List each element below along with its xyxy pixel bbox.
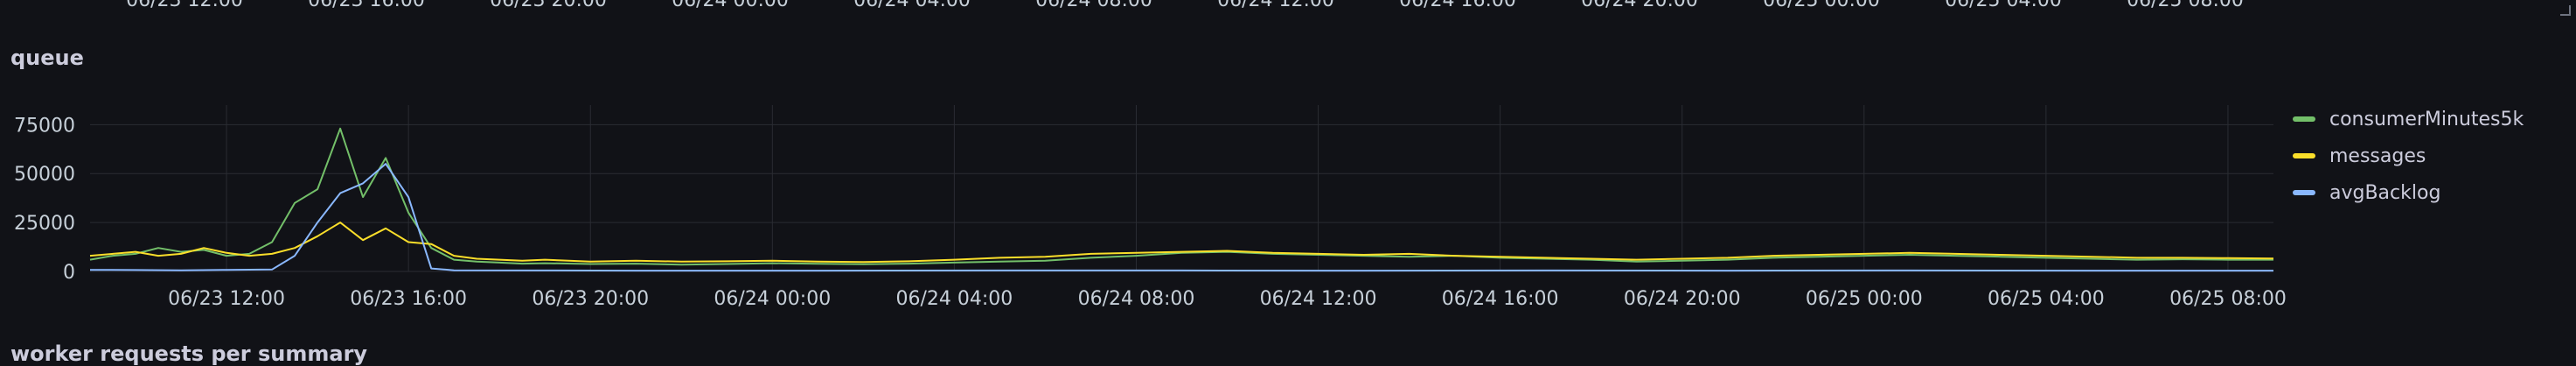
x-tick-label: 06/24 12:00 <box>1260 288 1377 310</box>
y-tick-label: 50000 <box>14 164 75 186</box>
x-tick-label: 06/24 04:00 <box>895 288 1013 310</box>
top-tick-label: 06/23 20:00 <box>490 0 607 11</box>
legend-label: consumerMinutes5k <box>2329 108 2524 130</box>
top-tick-label: 06/24 16:00 <box>1399 0 1516 11</box>
y-tick-label: 25000 <box>14 213 75 235</box>
panel-resize-icon[interactable] <box>2560 5 2571 16</box>
top-tick-label: 06/23 16:00 <box>308 0 425 11</box>
top-tick-label: 06/24 20:00 <box>1581 0 1698 11</box>
y-tick-label: 75000 <box>14 115 75 137</box>
legend-item-messages[interactable]: messages <box>2293 137 2573 174</box>
top-axis-clipped: 06/23 12:00 06/23 16:00 06/23 20:00 06/2… <box>0 0 2576 11</box>
x-tick-label: 06/24 16:00 <box>1442 288 1559 310</box>
legend-item-consumerminutes5k[interactable]: consumerMinutes5k <box>2293 101 2573 137</box>
y-tick-label: 0 <box>63 262 75 284</box>
x-tick-label: 06/24 08:00 <box>1078 288 1195 310</box>
top-tick-label: 06/25 08:00 <box>2127 0 2244 11</box>
x-tick-label: 06/23 12:00 <box>168 288 285 310</box>
top-tick-label: 06/24 12:00 <box>1217 0 1334 11</box>
x-tick-label: 06/25 08:00 <box>2169 288 2287 310</box>
chart-grid <box>90 105 2273 272</box>
chart-legend: consumerMinutes5k messages avgBacklog <box>2293 101 2573 211</box>
next-panel-title[interactable]: worker requests per summary <box>10 341 367 366</box>
x-tick-label: 06/23 16:00 <box>350 288 467 310</box>
x-tick-label: 06/24 20:00 <box>1624 288 1741 310</box>
top-tick-label: 06/25 04:00 <box>1945 0 2062 11</box>
x-axis: 06/23 12:00 06/23 16:00 06/23 20:00 06/24 0… <box>168 288 2287 310</box>
y-axis: 0 25000 50000 75000 <box>14 115 75 284</box>
x-tick-label: 06/25 00:00 <box>1806 288 1923 310</box>
x-tick-label: 06/24 00:00 <box>714 288 831 310</box>
series-line-avgbacklog <box>89 163 2273 272</box>
top-tick-label: 06/25 00:00 <box>1763 0 1880 11</box>
legend-item-avgbacklog[interactable]: avgBacklog <box>2293 174 2573 211</box>
top-tick-label: 06/24 08:00 <box>1035 0 1152 11</box>
legend-label: avgBacklog <box>2329 181 2441 204</box>
legend-label: messages <box>2329 144 2426 167</box>
x-tick-label: 06/23 20:00 <box>532 288 649 310</box>
series-line-consumerminutes5k <box>89 127 2273 266</box>
legend-swatch <box>2293 190 2315 195</box>
top-tick-label: 06/23 12:00 <box>126 0 243 11</box>
top-tick-label: 06/24 00:00 <box>672 0 789 11</box>
queue-chart[interactable]: 0250005000075000 06/23 12:00 06/23 16:00 0… <box>0 96 2291 324</box>
panel-title[interactable]: queue <box>10 46 84 70</box>
x-tick-label: 06/25 04:00 <box>1988 288 2105 310</box>
chart-series <box>89 127 2274 272</box>
legend-swatch <box>2293 116 2315 122</box>
legend-swatch <box>2293 153 2315 158</box>
top-tick-label: 06/24 04:00 <box>853 0 971 11</box>
